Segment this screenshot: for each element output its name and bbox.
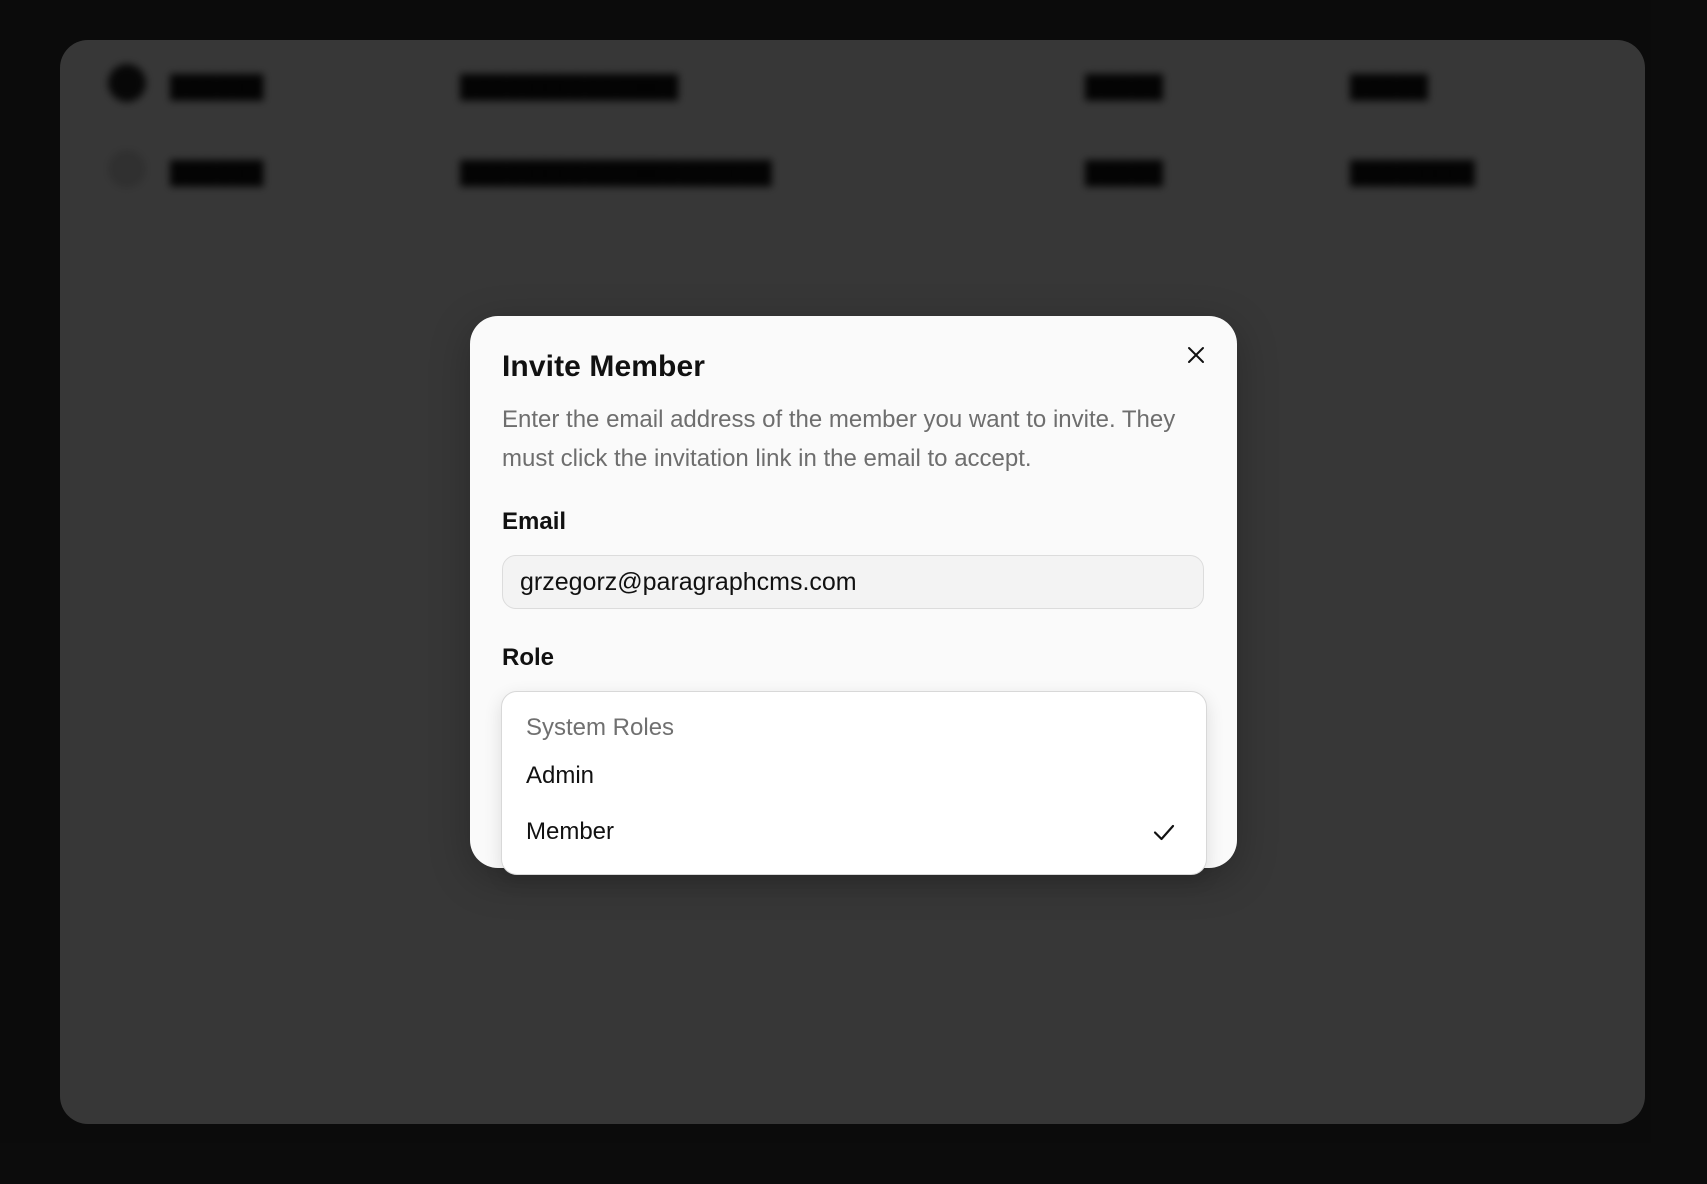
close-icon xyxy=(1188,347,1204,363)
role-label: Role xyxy=(502,644,555,671)
email-label: Email xyxy=(502,508,567,535)
group-label-system-roles: System Roles xyxy=(526,714,675,741)
role-option-member[interactable]: Member xyxy=(510,806,1200,858)
dialog-title: Invite Member xyxy=(502,350,706,383)
role-option-label: Member xyxy=(526,818,615,845)
check-icon xyxy=(1153,824,1175,841)
dialog-description: Enter the email address of the member yo… xyxy=(502,406,1176,472)
email-field[interactable] xyxy=(502,555,1204,609)
close-button[interactable] xyxy=(1183,342,1209,368)
role-option-label: Admin xyxy=(526,762,595,789)
role-option-admin[interactable]: Admin xyxy=(510,750,1200,802)
role-dropdown-list: System Roles Admin Member xyxy=(501,691,1207,875)
